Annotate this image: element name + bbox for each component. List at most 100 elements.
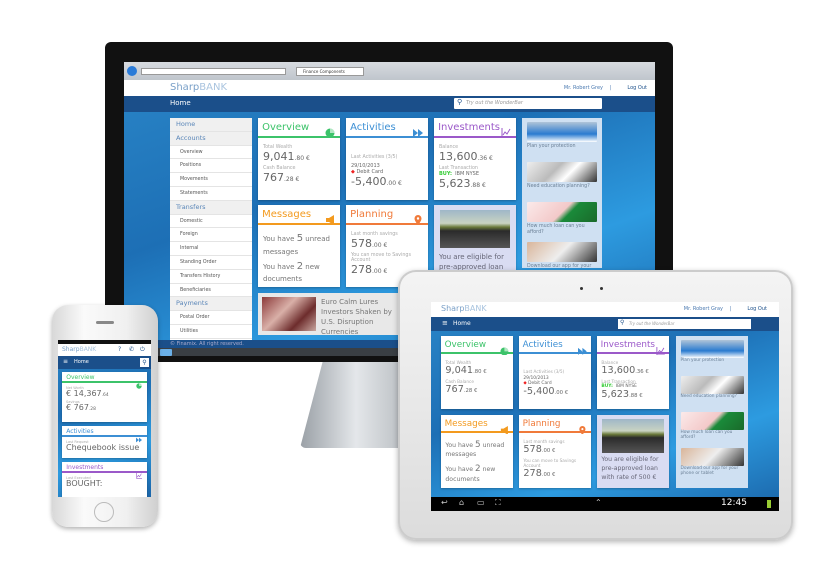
nav-home[interactable]: Home: [74, 359, 89, 365]
card-planning[interactable]: Planning Last month savings 578.00 € You ca…: [519, 415, 591, 488]
sidebar-item-accounts[interactable]: Accounts: [170, 131, 252, 146]
back-button[interactable]: [127, 66, 137, 76]
news-headline[interactable]: Euro Calm Lures Investors Shaken by U.S.…: [321, 297, 405, 335]
card-title[interactable]: Messages: [262, 209, 311, 220]
menu-icon[interactable]: ≡: [442, 319, 448, 327]
phone-card-overview[interactable]: Overview Net Worth € 14,367.64 Savings € 767…: [62, 372, 147, 422]
logout-link[interactable]: Log Out: [747, 306, 767, 312]
sidebar-item-overview[interactable]: Overview: [170, 145, 252, 160]
promo-item[interactable]: Download our app for your phone or table…: [527, 242, 597, 268]
field-value: 13,600.36 €: [439, 150, 511, 163]
user-name-link[interactable]: Mr. Robert Grey: [564, 85, 603, 91]
sidebar-item-payments[interactable]: Payments: [170, 297, 252, 312]
promo-item[interactable]: How much loan can you afford?: [527, 202, 597, 235]
loan-offer-card[interactable]: You are eligible for pre-approved loan w…: [597, 415, 669, 488]
field-value: 278.00 €: [523, 468, 586, 480]
card-title[interactable]: Activities: [350, 122, 396, 133]
sidebar-item-internal[interactable]: Internal: [170, 242, 252, 256]
sidebar-item-beneficiaries[interactable]: Beneficiaries: [170, 283, 252, 298]
value-decimals: .28: [88, 406, 96, 412]
card-header: Messages: [441, 415, 513, 435]
sidebar-item-utilities[interactable]: Utilities: [170, 324, 252, 339]
fast-forward-icon: [135, 428, 142, 447]
brand-bank: BANK: [464, 304, 487, 313]
loan-offer-text[interactable]: You are eligible for pre-approved loan w…: [601, 456, 666, 483]
card-header: Activities: [62, 426, 147, 443]
phone-home-button[interactable]: [94, 502, 114, 522]
card-title[interactable]: Overview: [66, 374, 94, 381]
search-button[interactable]: ⚲: [140, 358, 149, 367]
card-overview[interactable]: Overview Total Wealth 9,041.80 € Cash Balan…: [258, 118, 340, 200]
card-messages[interactable]: Messages You have 5 unread messages You ha…: [441, 415, 513, 488]
screenshot-icon[interactable]: ⛶: [495, 498, 501, 508]
promo-image: [680, 375, 744, 394]
power-icon[interactable]: ⏻: [140, 346, 145, 354]
promo-item[interactable]: How much loan can you afford?: [680, 411, 744, 442]
search-icon: ⚲: [620, 319, 625, 326]
search-input[interactable]: ⚲ Try out the WonderBar: [618, 319, 751, 329]
promo-item[interactable]: Plan your protection: [680, 339, 744, 365]
brand-logo[interactable]: SharpBANK: [170, 82, 227, 93]
promo-item[interactable]: Download our app for your phone or table…: [680, 447, 744, 478]
phone-card-investments[interactable]: Investments Last Executed BOUGHT:: [62, 462, 147, 497]
card-title[interactable]: Overview: [445, 340, 486, 350]
sidebar-item-postal-order[interactable]: Postal Order: [170, 311, 252, 325]
value-integer: 767: [445, 383, 464, 395]
value-decimals: .28 €: [284, 176, 300, 184]
card-messages[interactable]: Messages You have 5 unread messages You ha…: [258, 205, 340, 287]
brand-logo[interactable]: SharpBANK: [441, 304, 487, 313]
promo-item[interactable]: Need education planning?: [527, 162, 597, 190]
sidebar-item-transfers-history[interactable]: Transfers History: [170, 269, 252, 284]
card-title[interactable]: Activities: [523, 340, 563, 350]
card-investments[interactable]: Investments Balance 13,600.36 € Last Transa…: [434, 118, 516, 200]
promo-image: [680, 339, 744, 358]
card-activities[interactable]: Activities Last Activities (3/5) 29/10/201…: [346, 118, 428, 200]
logout-link[interactable]: Log Out: [627, 85, 647, 91]
value-integer: 578: [523, 443, 542, 455]
nav-home[interactable]: Home: [453, 320, 471, 327]
menu-icon[interactable]: ≡: [63, 358, 68, 365]
chevron-up-icon[interactable]: ⌃: [595, 498, 602, 507]
card-title[interactable]: Investments: [601, 340, 655, 350]
card-activities[interactable]: Activities Last Activities (3/5) 29/10/201…: [519, 336, 591, 409]
sidebar-item-domestic[interactable]: Domestic: [170, 214, 252, 229]
phone-header: SharpBANK ? ✆ ⏻: [58, 344, 151, 356]
card-title[interactable]: Investments: [66, 464, 103, 471]
sidebar-item-positions[interactable]: Positions: [170, 159, 252, 174]
card-title[interactable]: Overview: [262, 122, 309, 133]
promo-item[interactable]: Plan your protection: [527, 122, 597, 150]
phone-card-activities[interactable]: Activities Last Request Chequebook issue: [62, 426, 147, 458]
message-line: You have 2 new documents: [263, 260, 335, 285]
card-title[interactable]: Messages: [445, 419, 488, 429]
app-header: SharpBANK Mr. Robert Grey | Log Out: [124, 80, 655, 96]
sidebar-item-home[interactable]: Home: [170, 118, 252, 132]
sidebar-item-foreign[interactable]: Foreign: [170, 228, 252, 243]
promo-item[interactable]: Need education planning?: [680, 375, 744, 401]
recent-apps-icon[interactable]: ▭: [477, 498, 485, 507]
field-label: Last Activities (3/5): [523, 368, 565, 374]
value-integer: 13,600: [601, 364, 636, 376]
phone-call-icon[interactable]: ✆: [129, 346, 134, 353]
sidebar-item-movements[interactable]: Movements: [170, 173, 252, 187]
user-name-link[interactable]: Mr. Robert Gray: [684, 306, 723, 312]
browser-tab[interactable]: Finance Components: [296, 67, 364, 76]
sidebar-item-standing-order[interactable]: Standing Order: [170, 255, 252, 270]
sidebar-item-statements[interactable]: Statements: [170, 186, 252, 201]
news-card[interactable]: Euro Calm Lures Investors Shaken by U.S.…: [258, 293, 408, 335]
card-title[interactable]: Activities: [66, 428, 93, 435]
home-icon[interactable]: ⌂: [459, 498, 464, 507]
address-bar[interactable]: [141, 68, 286, 75]
sidebar-item-transfers[interactable]: Transfers: [170, 200, 252, 215]
brand-logo[interactable]: SharpBANK: [62, 346, 96, 353]
card-title[interactable]: Planning: [350, 209, 393, 220]
card-title[interactable]: Investments: [438, 122, 500, 133]
card-title[interactable]: Planning: [523, 419, 561, 429]
ie-icon[interactable]: [160, 349, 172, 356]
card-investments[interactable]: Investments Balance 13,600.36 € Last Transa…: [597, 336, 669, 409]
help-icon[interactable]: ?: [118, 346, 121, 353]
nav-home[interactable]: Home: [170, 99, 191, 107]
back-icon[interactable]: ↩: [441, 498, 448, 507]
value-decimals: .00 €: [372, 242, 388, 249]
card-overview[interactable]: Overview Total Wealth 9,041.80 € Cash Balan…: [441, 336, 513, 409]
search-input[interactable]: ⚲ Try out the WonderBar: [454, 98, 602, 109]
